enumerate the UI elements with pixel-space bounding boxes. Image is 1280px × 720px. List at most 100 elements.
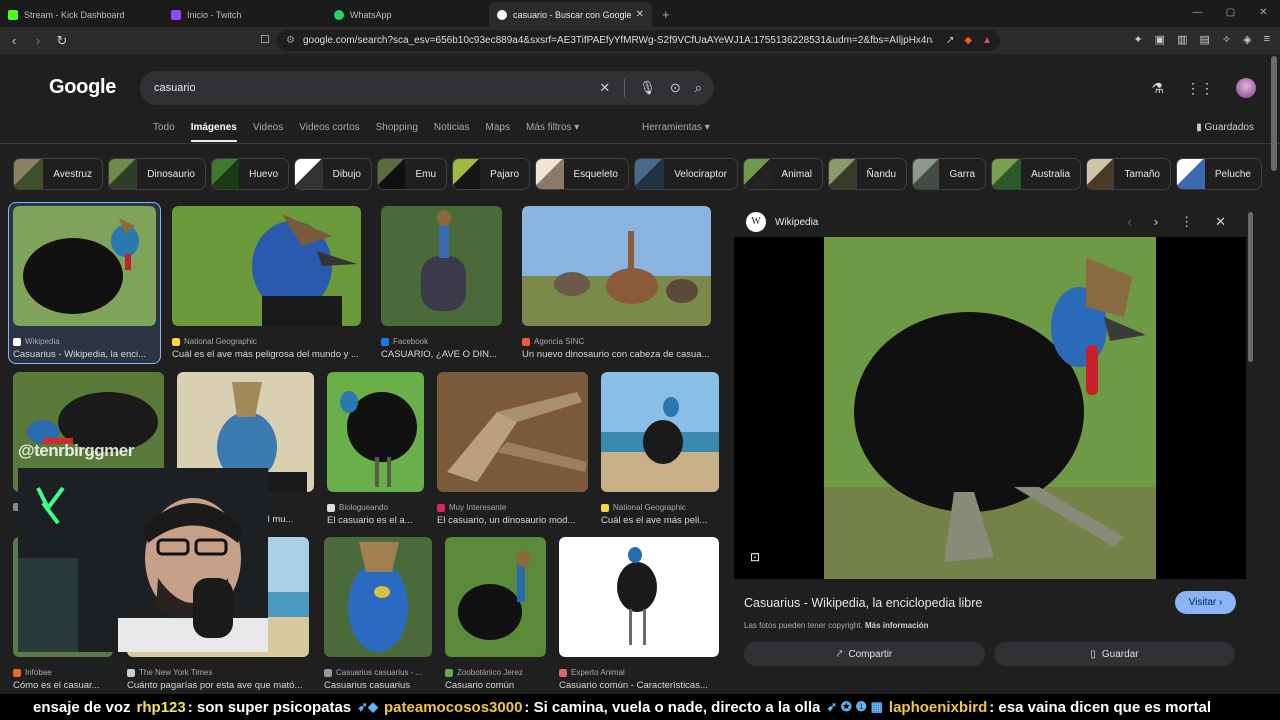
filter-videos[interactable]: Videos	[253, 122, 283, 133]
result-card[interactable]: Facebook CASUARIO, ¿AVE O DIN...	[381, 206, 502, 360]
avatar[interactable]	[1236, 78, 1256, 98]
next-icon[interactable]: ›	[1154, 214, 1158, 230]
related-chip[interactable]: Huevo	[211, 158, 289, 190]
tab-twitch[interactable]: Inicio - Twitch	[163, 2, 326, 27]
sidebar-icon[interactable]: ▥	[1177, 33, 1187, 46]
labs-icon[interactable]: ⚗	[1151, 80, 1164, 97]
tab-kick[interactable]: Stream - Kick Dashboard	[0, 2, 163, 27]
related-chip[interactable]: Pajaro	[452, 158, 530, 190]
extensions-icon[interactable]: ✦	[1133, 33, 1142, 46]
tools-menu[interactable]: Herramientas ▾	[642, 122, 710, 133]
menu-icon[interactable]: ≡	[1264, 33, 1270, 46]
rewards-icon[interactable]: ▲	[982, 35, 992, 46]
search-query[interactable]: casuario	[154, 82, 196, 94]
result-image[interactable]	[327, 372, 424, 492]
result-card[interactable]: Wikipedia Casuarius - Wikipedia, la enci…	[13, 206, 156, 360]
result-card[interactable]: Muy Interesante El casuario, un dinosaur…	[437, 372, 588, 526]
related-chip[interactable]: Peluche	[1176, 158, 1262, 190]
result-card[interactable]: Agencia SINC Un nuevo dinosaurio con cab…	[522, 206, 711, 360]
result-image[interactable]	[601, 372, 719, 492]
filter-all[interactable]: Todo	[153, 122, 175, 133]
wallet-icon[interactable]: ▤	[1199, 33, 1209, 46]
vpn-icon[interactable]: ◈	[1243, 33, 1251, 46]
result-card[interactable]: Casuarius casuarius - ... Casuarius casu…	[324, 537, 432, 691]
result-card[interactable]: Experto Animal Casuario común - Caracter…	[559, 537, 719, 691]
site-info-icon[interactable]: ⚙	[286, 35, 295, 46]
result-image[interactable]	[437, 372, 588, 492]
saved-link[interactable]: ▮ Guardados	[1196, 122, 1254, 133]
search-box[interactable]: casuario ✕ 🎙︎ ⊙ ⌕	[140, 71, 714, 105]
brave-shield-icon[interactable]: ◆	[964, 35, 972, 46]
related-chip[interactable]: Velociraptor	[634, 158, 738, 190]
result-title[interactable]: Casuario común - Características...	[559, 680, 719, 691]
result-title[interactable]: El casuario es el a...	[327, 515, 424, 526]
result-title[interactable]: CASUARIO, ¿AVE O DIN...	[381, 349, 502, 360]
filter-news[interactable]: Noticias	[434, 122, 470, 133]
close-window-icon[interactable]: ✕	[1247, 0, 1280, 26]
result-image[interactable]	[13, 206, 156, 326]
more-options-icon[interactable]: ⋮	[1180, 214, 1193, 230]
close-icon[interactable]: ✕	[1215, 214, 1226, 230]
lens-icon[interactable]: ⊙	[670, 80, 681, 96]
google-logo[interactable]: Google	[49, 76, 116, 99]
save-button[interactable]: ▯ Guardar	[994, 642, 1235, 666]
reload-icon[interactable]: ↻	[52, 33, 72, 49]
result-image[interactable]	[559, 537, 719, 657]
result-image[interactable]	[445, 537, 546, 657]
back-icon[interactable]: ‹	[4, 33, 24, 48]
related-chip[interactable]: Garra	[912, 158, 986, 190]
page-scrollbar[interactable]	[1271, 56, 1277, 171]
related-chip[interactable]: Tamaño	[1086, 158, 1171, 190]
maximize-icon[interactable]: ▢	[1214, 0, 1247, 26]
clear-icon[interactable]: ✕	[599, 80, 610, 96]
result-image[interactable]	[172, 206, 361, 326]
result-image[interactable]	[324, 537, 432, 657]
related-chip[interactable]: Australia	[991, 158, 1081, 190]
lens-search-icon[interactable]: ⊡	[750, 550, 760, 564]
result-image[interactable]	[522, 206, 711, 326]
filter-images[interactable]: Imágenes	[190, 122, 237, 142]
result-card[interactable]: Biologueando El casuario es el a...	[327, 372, 424, 526]
share-icon[interactable]: ↗	[946, 35, 954, 46]
result-title[interactable]: Casuarius casuarius	[324, 680, 432, 691]
filter-maps[interactable]: Maps	[485, 122, 509, 133]
related-chip[interactable]: Dibujo	[294, 158, 372, 190]
result-title[interactable]: Cuánto pagarías por esta ave que mató...	[127, 680, 309, 691]
related-chip[interactable]: Esqueleto	[535, 158, 629, 190]
tab-search-icon[interactable]: ▣	[1155, 33, 1165, 46]
panel-scrollbar[interactable]	[1248, 212, 1253, 362]
previous-icon[interactable]: ‹	[1127, 214, 1131, 230]
filter-shopping[interactable]: Shopping	[376, 122, 418, 133]
related-chip[interactable]: Avestruz	[13, 158, 103, 190]
visit-button[interactable]: Visitar ›	[1175, 591, 1236, 614]
close-tab-icon[interactable]: ✕	[636, 9, 644, 20]
result-title[interactable]: El casuario, un dinosaurio mod...	[437, 515, 588, 526]
minimize-icon[interactable]: —	[1181, 0, 1214, 26]
filter-more[interactable]: Más filtros ▾	[526, 122, 579, 133]
preview-image[interactable]	[824, 237, 1156, 579]
result-title[interactable]: Cuál es el ave más peli...	[601, 515, 719, 526]
leo-icon[interactable]: ✧	[1222, 33, 1231, 46]
preview-source[interactable]: W Wikipedia	[746, 212, 818, 232]
address-bar[interactable]: ⚙ google.com/search?sca_esv=656b10c93ec8…	[276, 30, 1000, 51]
share-button[interactable]: ⤤ Compartir	[744, 642, 985, 666]
more-info-link[interactable]: Más información	[865, 621, 929, 630]
result-image[interactable]	[381, 206, 502, 326]
result-title[interactable]: Un nuevo dinosaurio con cabeza de casua.…	[522, 349, 711, 360]
result-card[interactable]: National Geographic Cuál es el ave más p…	[601, 372, 719, 526]
new-tab-icon[interactable]: +	[662, 2, 670, 27]
apps-grid-icon[interactable]: ⋮⋮	[1186, 80, 1214, 97]
search-icon[interactable]: ⌕	[695, 80, 702, 96]
filter-short-videos[interactable]: Videos cortos	[299, 122, 359, 133]
forward-icon[interactable]: ›	[28, 33, 48, 48]
tab-google-search[interactable]: casuario - Buscar con Google ✕	[489, 2, 652, 27]
preview-title[interactable]: Casuarius - Wikipedia, la enciclopedia l…	[744, 596, 982, 610]
related-chip[interactable]: Ñandu	[828, 158, 907, 190]
mic-icon[interactable]: 🎙︎	[639, 80, 656, 96]
related-chip[interactable]: Emu	[377, 158, 447, 190]
related-chip[interactable]: Animal	[743, 158, 823, 190]
result-title[interactable]: Cuál es el ave más peligrosa del mundo y…	[172, 349, 361, 360]
bookmark-icon[interactable]: ☐	[260, 33, 270, 46]
related-chip[interactable]: Dinosaurio	[108, 158, 206, 190]
result-card[interactable]: National Geographic Cuál es el ave más p…	[172, 206, 361, 360]
